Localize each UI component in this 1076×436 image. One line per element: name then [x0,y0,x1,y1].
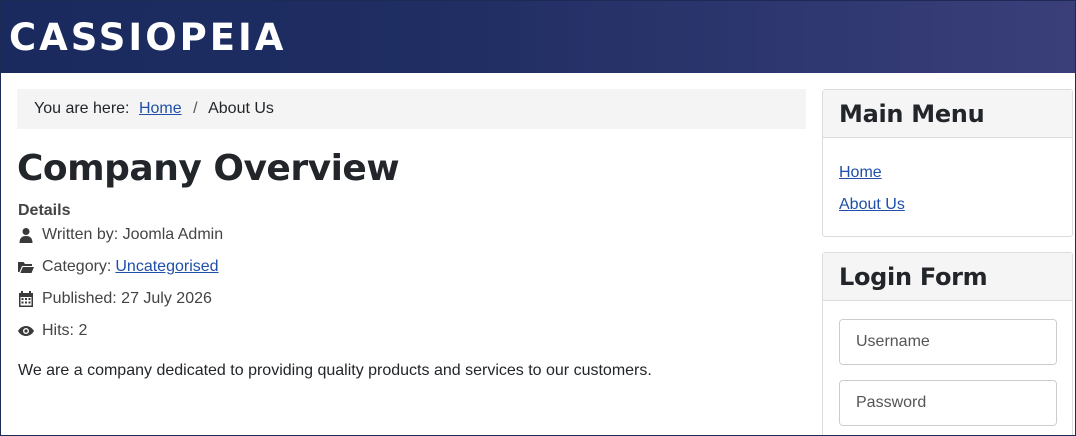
menu-item-home[interactable]: Home [839,163,882,183]
user-icon [19,228,33,243]
breadcrumb-separator: / [193,100,198,117]
username-input[interactable] [840,320,1056,364]
eye-icon [18,326,34,336]
article-body: We are a company dedicated to providing … [18,362,652,379]
main-menu-title: Main Menu [823,90,1072,138]
meta-hits: Hits: 2 [18,322,87,340]
main-menu-module: Main Menu Home About Us [822,89,1073,237]
page-frame: CASSIOPEIA You are here: Home / About Us… [0,0,1076,436]
page-title: Company Overview [17,148,400,189]
breadcrumb: You are here: Home / About Us [17,89,806,129]
site-brand-logo[interactable]: CASSIOPEIA [9,14,286,62]
calendar-icon [19,291,33,307]
meta-category: Category: Uncategorised [18,258,219,276]
username-group [839,319,1057,365]
folder-open-icon [18,262,34,273]
meta-category-label: Category: [42,258,112,275]
meta-published: Published: 27 July 2026 [18,290,212,308]
category-link[interactable]: Uncategorised [115,258,218,276]
site-header: CASSIOPEIA [1,1,1075,73]
breadcrumb-prefix: You are here: [34,100,130,117]
login-form-module: Login Form [822,252,1073,435]
breadcrumb-home-link[interactable]: Home [139,100,182,117]
meta-hits-text: Hits: 2 [42,322,88,339]
meta-author-text: Written by: Joomla Admin [42,226,224,243]
details-label: Details [18,202,71,219]
breadcrumb-current: About Us [208,100,274,117]
menu-item-about-us[interactable]: About Us [839,195,905,215]
password-input[interactable] [840,381,1056,425]
meta-author: Written by: Joomla Admin [18,226,223,244]
meta-published-text: Published: 27 July 2026 [42,290,212,307]
password-group [839,380,1057,426]
login-form-title: Login Form [823,253,1072,301]
